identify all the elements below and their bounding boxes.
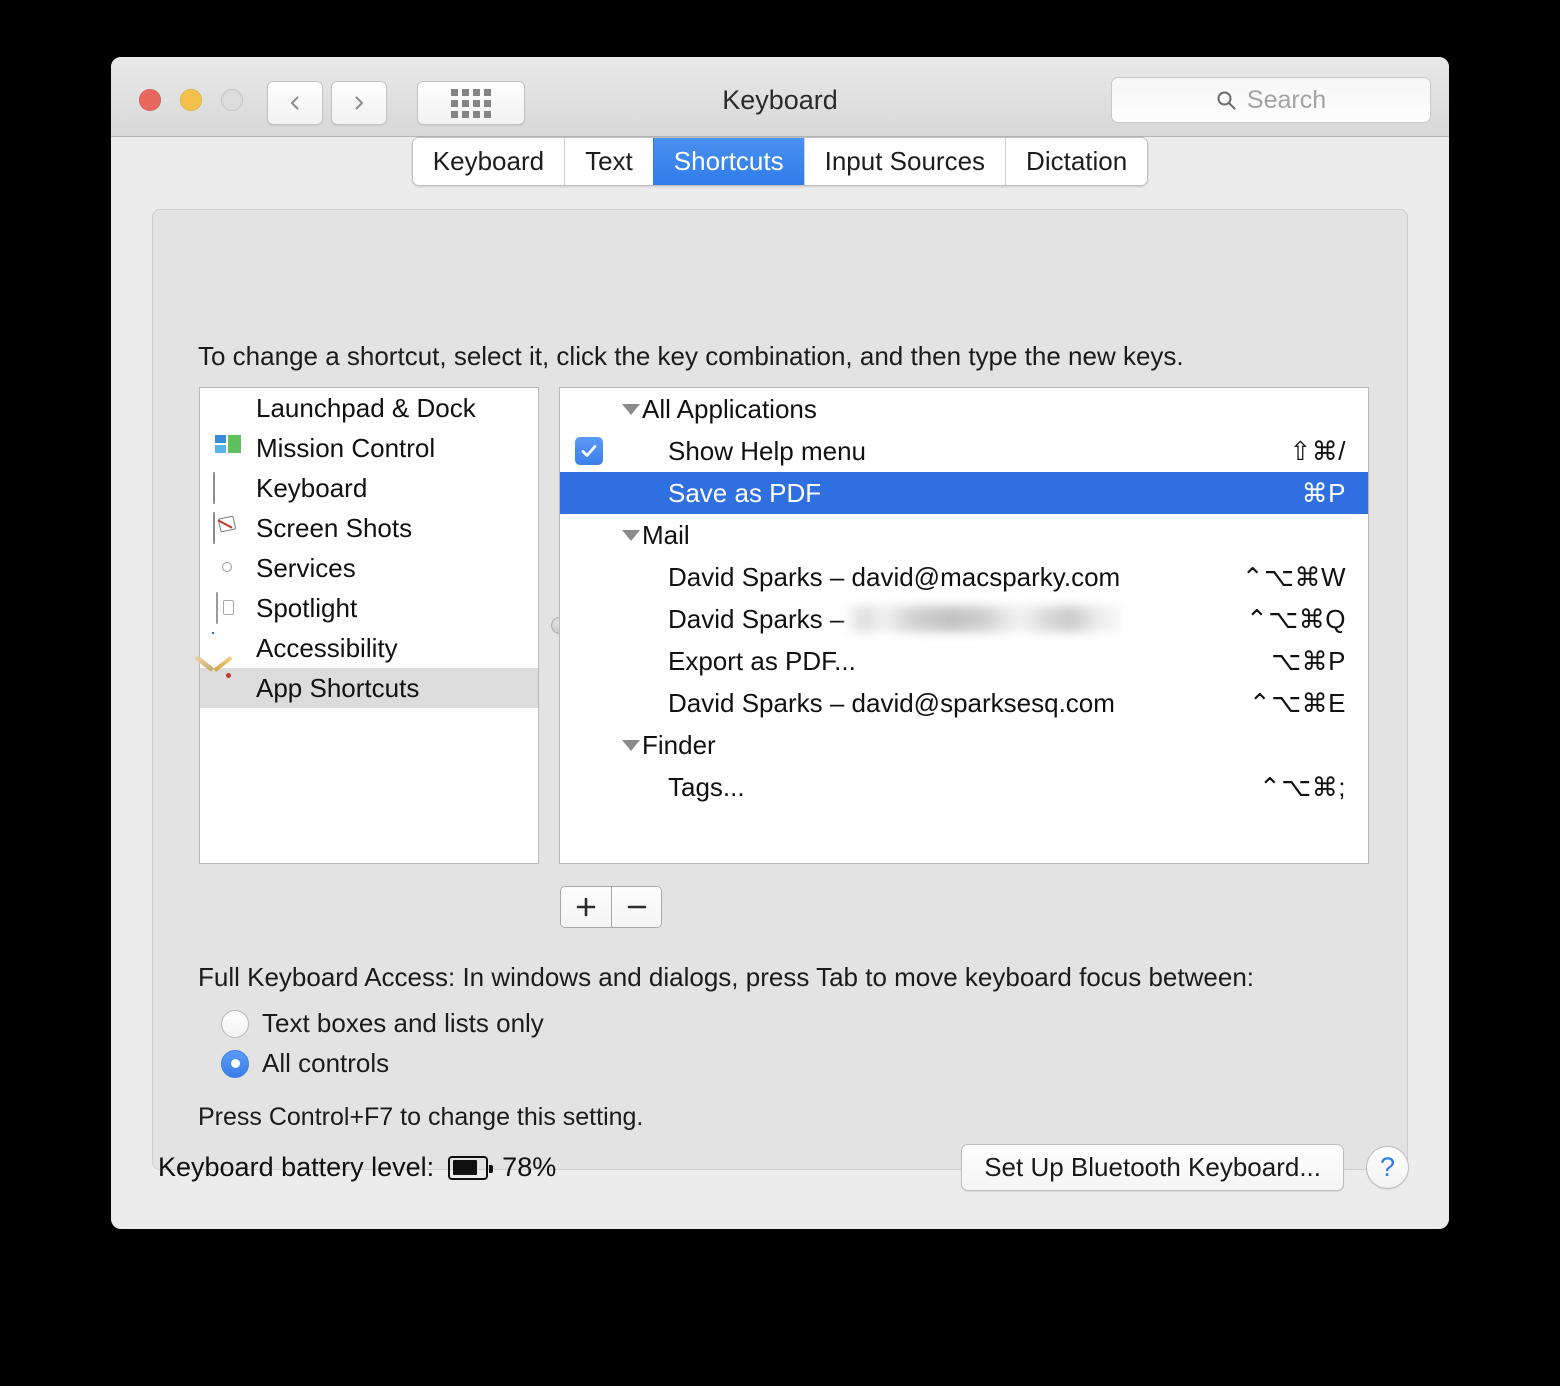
sidebar-item-launchpad-dock[interactable]: Launchpad & Dock — [200, 388, 538, 428]
full-keyboard-access-hint: Press Control+F7 to change this setting. — [198, 1103, 644, 1131]
table-row[interactable]: David Sparks – david@macsparky.com ⌃⌥⌘W — [560, 556, 1368, 598]
battery-fill — [452, 1160, 477, 1175]
sidebar-item-services[interactable]: Services — [200, 548, 538, 588]
shortcut-key[interactable]: ⌃⌥⌘; — [1259, 772, 1346, 803]
checkmark-icon — [581, 445, 597, 457]
radio-button-icon[interactable] — [221, 1049, 249, 1078]
shortcut-label: Tags... — [668, 771, 745, 802]
table-row[interactable]: Save as PDF ⌘P — [560, 472, 1368, 514]
search-placeholder: Search — [1246, 85, 1327, 114]
shortcut-label: Export as PDF... — [668, 645, 856, 676]
spotlight-document-icon — [213, 592, 243, 624]
shortcut-key[interactable]: ⌥⌘P — [1271, 646, 1346, 677]
radio-text-boxes-and-lists-only[interactable]: Text boxes and lists only — [221, 1008, 544, 1039]
search-field[interactable]: Search — [1111, 77, 1431, 123]
table-row[interactable]: Show Help menu ⇧⌘/ — [560, 430, 1368, 472]
tab-keyboard[interactable]: Keyboard — [412, 138, 565, 185]
shortcuts-table[interactable]: All Applications Show Help menu ⇧⌘/ Save… — [559, 387, 1369, 864]
plus-icon — [576, 897, 596, 917]
tab-dictation[interactable]: Dictation — [1005, 138, 1148, 185]
tab-shortcuts[interactable]: Shortcuts — [652, 138, 804, 185]
disclosure-triangle-icon[interactable] — [622, 403, 640, 415]
sidebar-item-keyboard[interactable]: Keyboard — [200, 468, 538, 508]
sidebar-item-label: Screen Shots — [256, 512, 413, 543]
battery-percent: 78% — [502, 1152, 557, 1182]
sidebar-item-screen-shots[interactable]: Screen Shots — [200, 508, 538, 548]
radio-label: Text boxes and lists only — [262, 1008, 544, 1038]
battery-icon — [448, 1155, 494, 1180]
sidebar-item-accessibility[interactable]: Accessibility — [200, 628, 538, 668]
shortcut-category-list[interactable]: Launchpad & Dock Mission Control Keyboar… — [194, 387, 539, 864]
sidebar-item-label: Launchpad & Dock — [256, 392, 476, 423]
remove-shortcut-button[interactable] — [611, 887, 661, 927]
search-icon — [1217, 91, 1236, 109]
shortcut-label: Save as PDF — [668, 477, 822, 508]
table-row[interactable]: David Sparks – david@sparksesq.com ⌃⌥⌘E — [560, 682, 1368, 724]
radio-all-controls[interactable]: All controls — [221, 1048, 389, 1079]
table-row[interactable]: David Sparks – ⌃⌥⌘Q — [560, 598, 1368, 640]
shortcut-label: David Sparks – — [668, 603, 845, 634]
launchpad-dock-icon — [213, 393, 243, 423]
shortcut-group-row[interactable]: Mail — [560, 514, 1368, 556]
minus-icon — [627, 905, 646, 909]
shortcut-label: David Sparks – david@macsparky.com — [668, 561, 1121, 592]
screen-shots-icon — [213, 512, 243, 544]
disclosure-triangle-icon[interactable] — [622, 739, 640, 751]
radio-button-icon[interactable] — [221, 1009, 249, 1038]
shortcut-checkbox[interactable] — [575, 437, 603, 465]
tab-text[interactable]: Text — [564, 138, 653, 185]
app-shortcuts-icon — [194, 655, 243, 703]
help-button[interactable]: ? — [1366, 1146, 1409, 1189]
set-up-bluetooth-keyboard-button[interactable]: Set Up Bluetooth Keyboard... — [961, 1144, 1344, 1191]
window-titlebar: Keyboard Search — [111, 57, 1449, 137]
add-remove-segmented-control — [560, 886, 662, 928]
shortcut-key[interactable]: ⌃⌥⌘E — [1249, 688, 1346, 719]
battery-label: Keyboard battery level: — [158, 1152, 435, 1182]
shortcuts-panel: To change a shortcut, select it, click t… — [152, 209, 1408, 1170]
radio-label: All controls — [262, 1048, 390, 1078]
services-gear-icon — [213, 553, 243, 583]
sidebar-item-app-shortcuts[interactable]: App Shortcuts — [194, 655, 538, 708]
preference-tab-bar: Keyboard Text Shortcuts Input Sources Di… — [0, 137, 1560, 186]
redacted-email-blur — [848, 606, 1121, 632]
shortcut-label: Show Help menu — [668, 435, 866, 466]
sidebar-item-label: Accessibility — [256, 632, 398, 663]
instruction-text: To change a shortcut, select it, click t… — [198, 341, 1184, 371]
group-label: Mail — [642, 519, 690, 550]
sidebar-item-label: Services — [256, 552, 356, 583]
keyboard-icon — [213, 472, 243, 504]
sidebar-item-label: App Shortcuts — [256, 672, 420, 703]
full-keyboard-access-label: Full Keyboard Access: In windows and dia… — [198, 962, 1254, 992]
keyboard-battery-status: Keyboard battery level: 78% — [158, 1152, 556, 1183]
tab-input-sources[interactable]: Input Sources — [803, 138, 1006, 185]
group-label: All Applications — [642, 393, 817, 424]
mission-control-icon — [213, 433, 243, 463]
disclosure-triangle-icon[interactable] — [622, 529, 640, 541]
table-row[interactable]: Tags... ⌃⌥⌘; — [560, 766, 1368, 808]
sidebar-item-mission-control[interactable]: Mission Control — [200, 428, 538, 468]
sidebar-item-label: Spotlight — [256, 592, 358, 623]
group-label: Finder — [642, 729, 716, 760]
shortcut-label: David Sparks – david@sparksesq.com — [668, 687, 1115, 718]
shortcut-group-row[interactable]: All Applications — [560, 388, 1368, 430]
shortcut-key[interactable]: ⇧⌘/ — [1289, 436, 1346, 467]
add-shortcut-button[interactable] — [561, 887, 611, 927]
sidebar-item-label: Mission Control — [256, 432, 436, 463]
shortcut-key[interactable]: ⌃⌥⌘W — [1242, 562, 1346, 593]
sidebar-item-label: Keyboard — [256, 472, 368, 503]
shortcut-key[interactable]: ⌃⌥⌘Q — [1246, 604, 1346, 635]
sidebar-item-spotlight[interactable]: Spotlight — [200, 588, 538, 628]
shortcut-group-row[interactable]: Finder — [560, 724, 1368, 766]
keyboard-preferences-window: Keyboard Search To change a shortcut, se… — [111, 57, 1449, 1229]
shortcut-key[interactable]: ⌘P — [1302, 478, 1346, 509]
table-row[interactable]: Export as PDF... ⌥⌘P — [560, 640, 1368, 682]
